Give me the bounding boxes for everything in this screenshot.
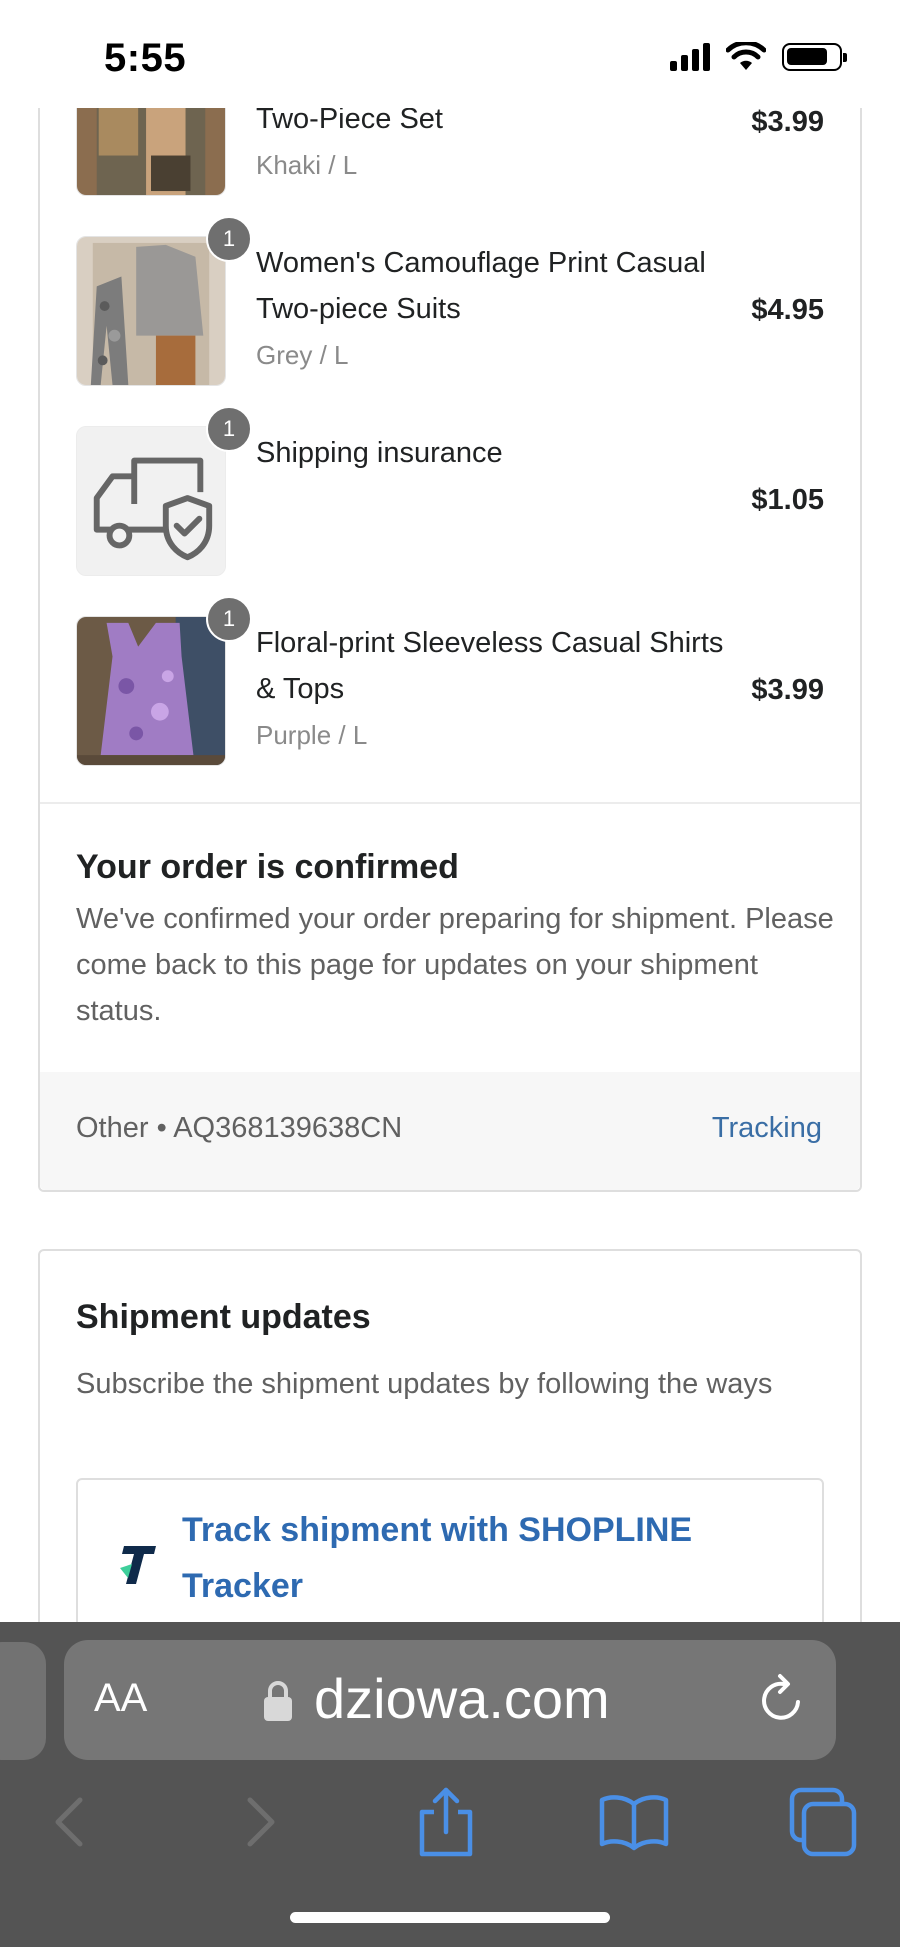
line-item[interactable]: 1 Floral-print Sleeveless Casual Shirts … (38, 596, 862, 786)
quantity-badge: 1 (206, 216, 252, 262)
reload-icon[interactable] (754, 1672, 810, 1728)
back-icon[interactable] (30, 1782, 110, 1862)
status-time: 5:55 (104, 36, 187, 80)
item-title: Shipping insurance (256, 437, 503, 469)
item-price: $3.99 (751, 674, 824, 706)
bookmarks-icon[interactable] (594, 1782, 674, 1862)
item-variant: Purple / L (256, 720, 368, 750)
quantity-badge: 1 (206, 596, 252, 642)
battery-icon (782, 43, 847, 71)
tracking-bar: Other • AQ368139638CN Tracking (40, 1072, 860, 1190)
url-domain: dziowa.com (314, 1667, 610, 1730)
item-variant: Grey / L (256, 340, 349, 370)
status-icons (670, 42, 847, 72)
lock-icon (264, 1681, 292, 1721)
divider (40, 802, 860, 804)
forward-icon[interactable] (220, 1782, 300, 1862)
shipment-updates-title: Shipment updates (76, 1298, 371, 1336)
line-item[interactable]: 1 Shipping insurance $1.05 (38, 406, 862, 596)
shipment-updates-text: Subscribe the shipment updates by follow… (76, 1368, 773, 1400)
item-price: $3.99 (751, 106, 824, 138)
share-icon[interactable] (406, 1782, 486, 1862)
reader-settings-button[interactable]: AA (94, 1676, 147, 1721)
quantity-badge: 1 (206, 406, 252, 452)
tabs-icon[interactable] (782, 1782, 862, 1862)
item-price: $4.95 (751, 294, 824, 326)
shipping-insurance-image (76, 426, 226, 576)
order-confirmed-text: We've confirmed your order preparing for… (76, 903, 834, 1027)
browser-nav-row (0, 1782, 900, 1882)
item-title: Women's Camouflage Print Casual Two-piec… (256, 247, 706, 325)
truck-shield-icon (77, 427, 225, 575)
tracking-link[interactable]: Tracking (712, 1112, 822, 1145)
product-image (76, 616, 226, 766)
item-title: Floral-print Sleeveless Casual Shirts & … (256, 627, 724, 705)
shopline-tracker-logo-icon (120, 1546, 156, 1584)
shopline-tracker-label: Track shipment with SHOPLINE Tracker (182, 1511, 693, 1605)
cellular-signal-icon (670, 43, 710, 71)
status-bar: 5:55 (0, 0, 900, 108)
home-indicator (290, 1912, 610, 1923)
screen: 5:55 Two-Piece Set Khaki / L $3.99 1 Wom… (0, 0, 900, 1947)
order-confirmed-title: Your order is confirmed (76, 848, 459, 886)
product-image (76, 236, 226, 386)
browser-toolbar: AA dziowa.com (0, 1622, 900, 1947)
item-variant: Khaki / L (256, 150, 358, 180)
item-price: $1.05 (751, 484, 824, 516)
carrier-tracking-number: Other • AQ368139638CN (76, 1112, 403, 1144)
aa-label: AA (94, 1676, 148, 1720)
address-bar[interactable]: AA dziowa.com (64, 1640, 836, 1760)
wifi-icon (726, 42, 766, 70)
previous-tab-peek[interactable] (0, 1642, 46, 1760)
line-item[interactable]: 1 Women's Camouflage Print Casual Two-pi… (38, 216, 862, 406)
